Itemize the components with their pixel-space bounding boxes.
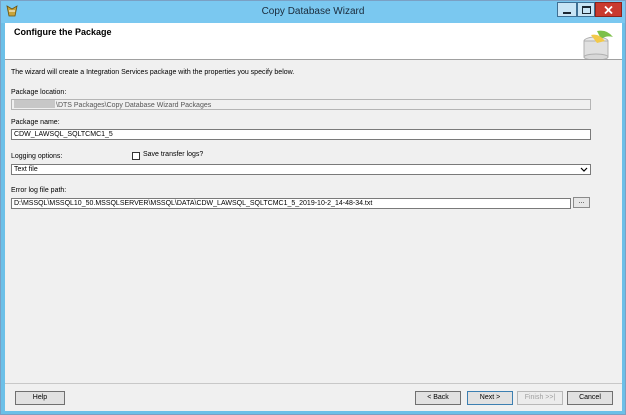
close-icon [604, 5, 613, 14]
help-button[interactable]: Help [15, 391, 65, 405]
chevron-down-icon [580, 167, 588, 172]
redacted-server-name [14, 100, 55, 108]
logging-options-label: Logging options: [11, 153, 63, 160]
maximize-icon [581, 5, 591, 14]
intro-text: The wizard will create a Integration Ser… [11, 69, 295, 76]
maximize-button[interactable] [577, 2, 595, 17]
next-button[interactable]: Next > [467, 391, 513, 405]
logging-options-value: Text file [14, 166, 38, 173]
error-log-path-input[interactable]: D:\MSSQL\MSSQL10_50.MSSQLSERVER\MSSQL\DA… [11, 198, 571, 209]
package-name-label: Package name: [11, 119, 60, 126]
wizard-window: Copy Database Wizard Configure the Packa… [0, 0, 626, 415]
package-location-label: Package location: [11, 89, 67, 96]
browse-button[interactable]: ... [573, 197, 590, 208]
package-name-input[interactable]: CDW_LAWSQL_SQLTCMC1_5 [11, 129, 591, 140]
save-transfer-logs-label[interactable]: Save transfer logs? [143, 151, 203, 158]
database-package-icon [583, 30, 613, 59]
cancel-button[interactable]: Cancel [567, 391, 613, 405]
package-location-field: \DTS Packages\Copy Database Wizard Packa… [11, 99, 591, 110]
logging-options-select[interactable]: Text file [11, 164, 591, 175]
wizard-client-area: Configure the Package The wizard will cr… [5, 23, 622, 411]
save-transfer-logs-checkbox[interactable] [132, 152, 140, 160]
finish-button[interactable]: Finish >>| [517, 391, 563, 405]
title-bar[interactable]: Copy Database Wizard [1, 1, 625, 23]
footer-divider [5, 383, 622, 384]
wizard-header: Configure the Package [5, 23, 622, 60]
page-title: Configure the Package [14, 27, 112, 37]
back-button[interactable]: < Back [415, 391, 461, 405]
package-location-value: \DTS Packages\Copy Database Wizard Packa… [56, 102, 212, 109]
close-button[interactable] [595, 2, 622, 17]
window-title: Copy Database Wizard [261, 6, 365, 17]
minimize-button[interactable] [557, 2, 577, 17]
error-log-path-label: Error log file path: [11, 187, 67, 194]
minimize-icon [563, 11, 571, 14]
